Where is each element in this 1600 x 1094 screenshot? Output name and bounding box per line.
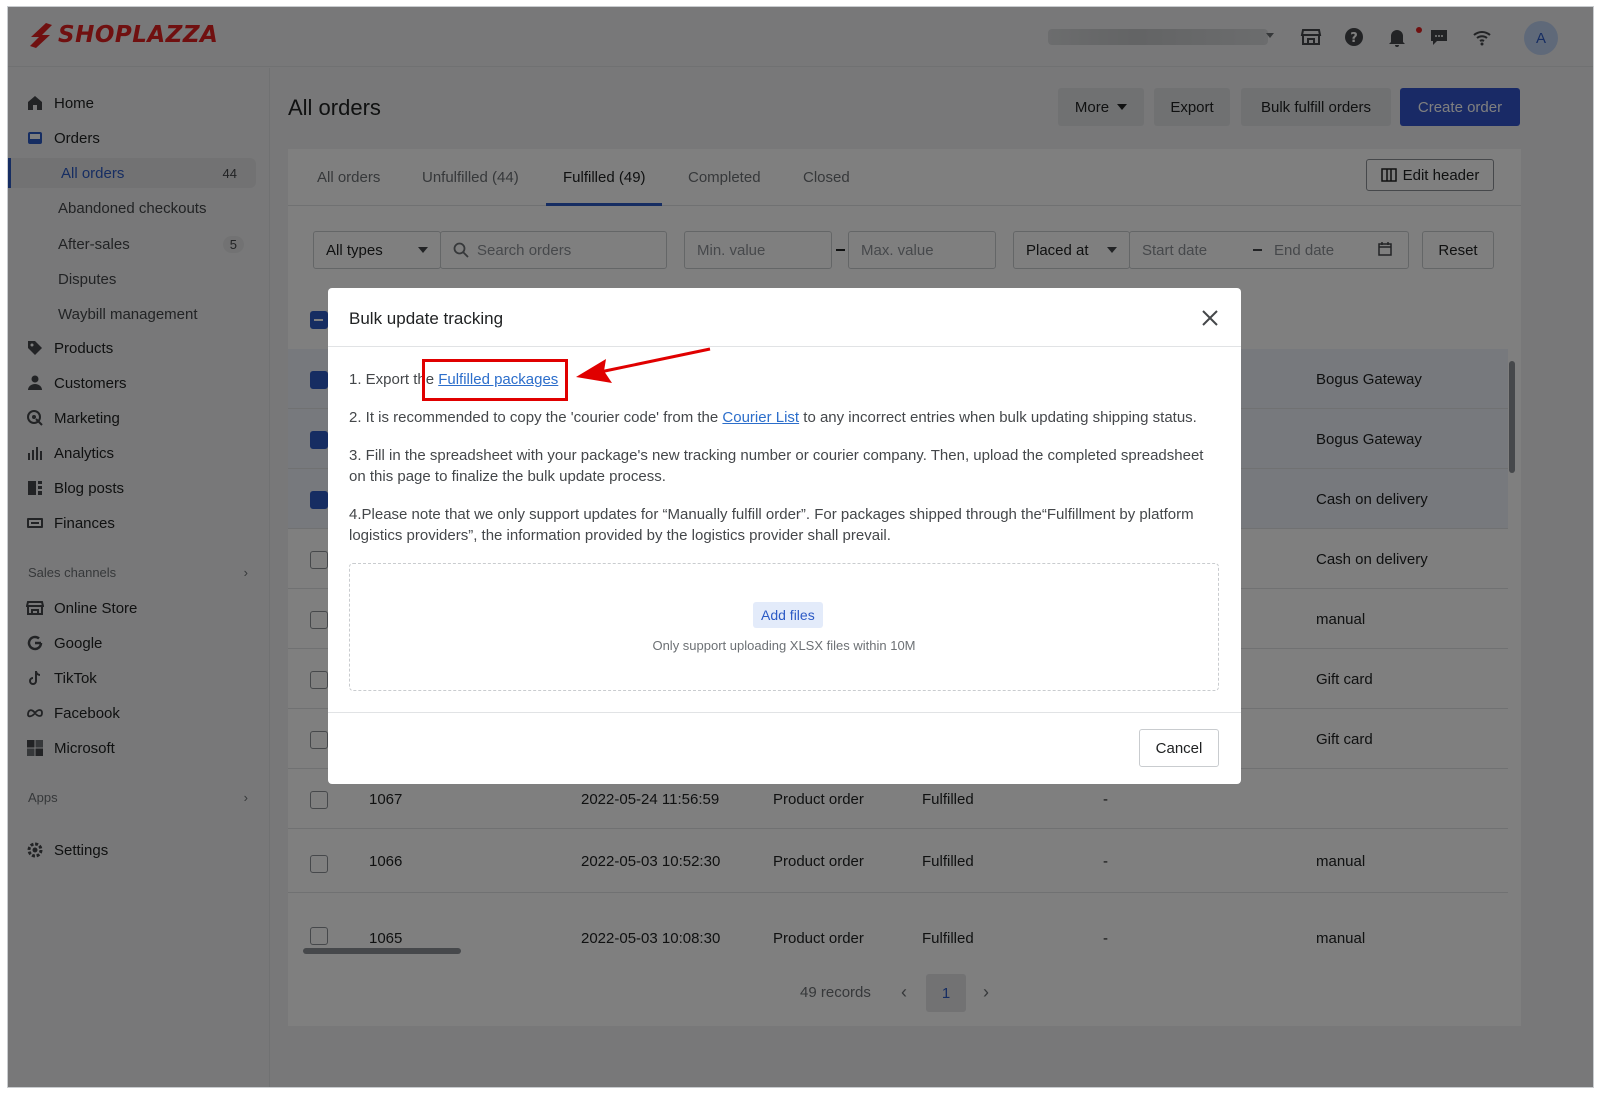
modal-title: Bulk update tracking <box>349 309 504 328</box>
step-2-text-end: to any incorrect entries when bulk updat… <box>799 409 1197 426</box>
instruction-step-4: 4.Please note that we only support updat… <box>349 506 1194 544</box>
highlight-box <box>422 359 568 401</box>
add-files-button[interactable]: Add files <box>753 602 823 628</box>
divider <box>328 712 1241 713</box>
divider <box>328 346 1241 347</box>
cancel-button[interactable]: Cancel <box>1139 729 1219 767</box>
upload-hint: Only support uploading XLSX files within… <box>652 638 916 653</box>
file-drop-zone[interactable]: Add files Only support uploading XLSX fi… <box>349 563 1219 691</box>
step-2-text: 2. It is recommended to copy the 'courie… <box>349 409 723 426</box>
instruction-step-2: 2. It is recommended to copy the 'courie… <box>349 407 1221 428</box>
close-icon[interactable] <box>1200 308 1220 328</box>
arrow-annotation-icon <box>576 347 711 383</box>
courier-list-link[interactable]: Courier List <box>722 409 799 426</box>
instruction-step-3: 3. Fill in the spreadsheet with your pac… <box>349 447 1204 485</box>
